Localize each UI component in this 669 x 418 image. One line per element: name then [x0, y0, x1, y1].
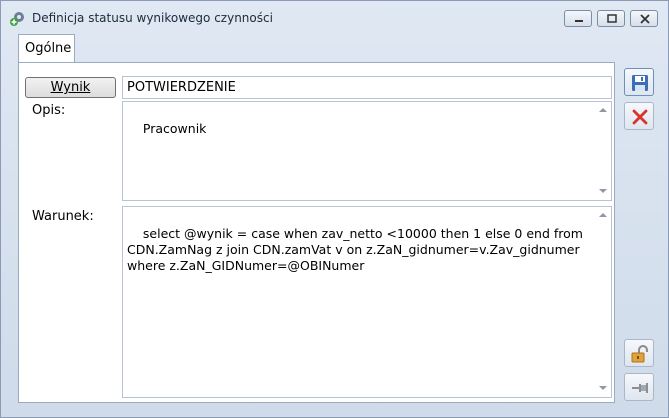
scroll-down-icon[interactable]: [599, 386, 607, 390]
warunek-textarea[interactable]: select @wynik = case when zav_netto <100…: [122, 206, 612, 398]
warunek-text: select @wynik = case when zav_netto <100…: [127, 226, 587, 273]
cancel-icon: [632, 109, 648, 125]
title-bar[interactable]: Definicja statusu wynikowego czynności: [1, 1, 668, 33]
opis-scrollbar[interactable]: [595, 102, 611, 200]
close-icon: [640, 14, 650, 24]
wynik-button-label: Wynik: [50, 80, 91, 95]
dialog-window: Definicja statusu wynikowego czynności O…: [0, 0, 669, 418]
opis-textarea[interactable]: Pracownik: [122, 101, 612, 201]
save-button[interactable]: [624, 68, 654, 96]
pin-icon: [632, 383, 648, 393]
minimize-button[interactable]: [564, 10, 592, 27]
lock-button[interactable]: [624, 339, 654, 367]
maximize-icon: [607, 14, 617, 23]
warunek-scrollbar[interactable]: [595, 207, 611, 397]
lock-icon: [631, 345, 648, 363]
cancel-button[interactable]: [624, 102, 654, 130]
close-button[interactable]: [630, 10, 658, 27]
save-icon: [632, 75, 648, 91]
maximize-button[interactable]: [597, 10, 625, 27]
scroll-up-icon[interactable]: [599, 213, 607, 217]
pin-button[interactable]: [624, 373, 654, 401]
tab-ogolne[interactable]: Ogólne: [18, 34, 75, 63]
wynik-field[interactable]: POTWIERDZENIE: [122, 76, 612, 99]
opis-label: Opis:: [32, 103, 66, 118]
wynik-button[interactable]: Wynik: [25, 77, 116, 98]
minimize-icon: [575, 20, 583, 22]
window-title: Definicja statusu wynikowego czynności: [32, 11, 273, 25]
scroll-up-icon[interactable]: [599, 108, 607, 112]
warunek-label: Warunek:: [32, 209, 94, 224]
scroll-down-icon[interactable]: [599, 189, 607, 193]
opis-text: Pracownik: [142, 121, 207, 136]
gear-plus-icon: [10, 10, 26, 26]
